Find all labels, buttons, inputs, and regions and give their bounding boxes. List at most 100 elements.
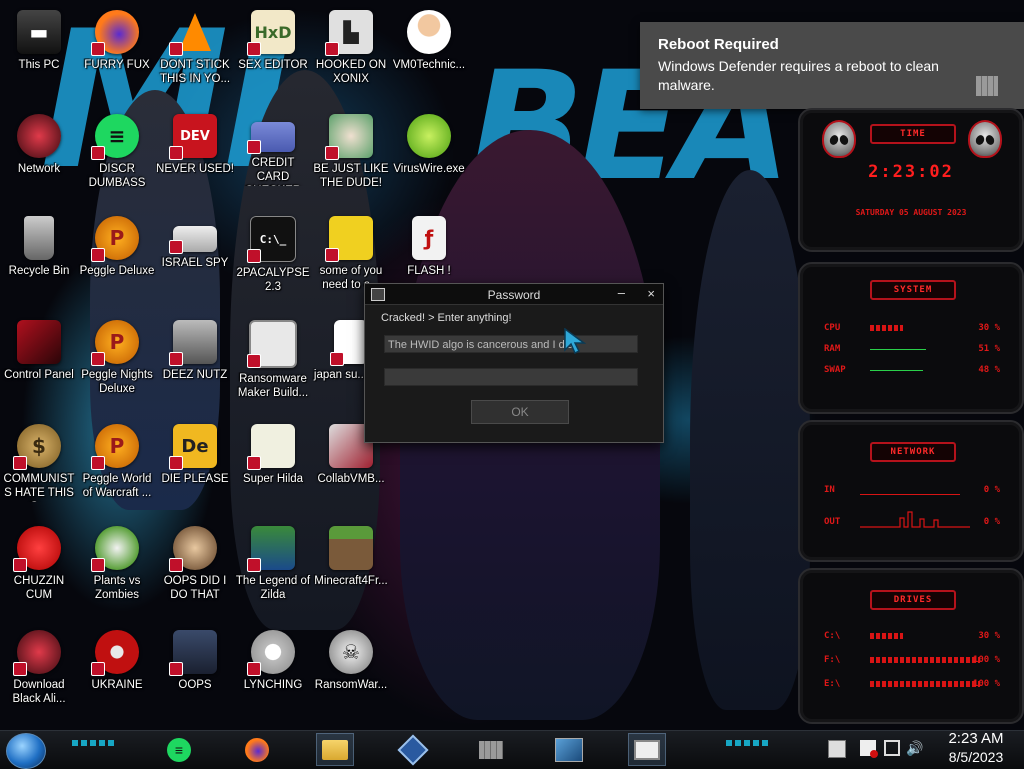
swap-bar (870, 367, 923, 373)
spy-icon (169, 226, 217, 254)
desktop-icon-discr-dumbass[interactable]: ≡ DISCR DUMBASS (78, 110, 156, 206)
die-icon: De (169, 424, 217, 470)
desktop-icon-peggle-nights[interactable]: P Peggle Nights Deluxe (78, 316, 156, 412)
system-header: SYSTEM (870, 280, 956, 300)
net-out-label: OUT (824, 517, 841, 527)
desktop-icon-oops-did-i[interactable]: OOPS DID I DO THAT (156, 522, 234, 618)
dialog-titlebar[interactable]: Password – × (365, 284, 663, 305)
tray-volume-icon[interactable]: 🔊 (906, 740, 923, 756)
desktop-icon-recycle-bin[interactable]: Recycle Bin (0, 212, 78, 308)
tray-window-icon[interactable] (828, 740, 846, 758)
taskbar-chat-app-button[interactable]: ≡ (160, 733, 198, 766)
desktop-icon-dont-stick[interactable]: DONT STICK THIS IN YO... (156, 6, 234, 102)
notification-body: Windows Defender requires a reboot to cl… (658, 58, 939, 93)
wallpaper-figure-right (690, 170, 810, 710)
beaver-icon (325, 216, 373, 262)
net-out-graph (860, 511, 970, 528)
window-icon (247, 320, 297, 368)
icon-label: The Legend of Zilda (235, 575, 311, 601)
desktop-icon-credit-card-checker[interactable]: CREDIT CARD CHECKER (234, 110, 312, 206)
taskbar-firewall-button[interactable] (472, 733, 510, 766)
virtualbox-icon (397, 733, 429, 766)
recycle-bin-icon (24, 216, 54, 260)
drive-c-bar (870, 633, 903, 639)
icon-label: DONT STICK THIS IN YO... (159, 59, 231, 85)
desktop-icon-sex-editor[interactable]: HxD SEX EDITOR (234, 6, 312, 102)
icon-label: CollabVMB... (317, 473, 385, 485)
alien-orb-icon (13, 630, 61, 676)
desktop-icon-hooked-on-xonix[interactable]: ▙ HOOKED ON XONIX (312, 6, 390, 102)
password-dialog: Password – × Cracked! > Enter anything! … (364, 283, 664, 443)
icon-label: NEVER USED! (156, 163, 234, 175)
lime-icon (407, 114, 451, 158)
drive-e-value: 100 % (972, 679, 1000, 689)
taskbar-clock[interactable]: 2:23 AM 8/5/2023 (936, 730, 1016, 766)
icon-label: RansomWar... (314, 679, 388, 691)
desktop-icon-furry-fux[interactable]: FURRY FUX (78, 6, 156, 102)
taskbar-file-explorer-button[interactable] (316, 733, 354, 766)
desktop-icon-viruswire[interactable]: VirusWire.exe (390, 110, 468, 206)
cpu-label: CPU (824, 323, 841, 333)
desktop-icon-ukraine[interactable]: UKRAINE (78, 626, 156, 722)
desktop-icon-legend-of-zilda[interactable]: The Legend of Zilda (234, 522, 312, 618)
tray-security-alert-icon[interactable] (860, 740, 878, 758)
desktop-icon-super-hilda[interactable]: Super Hilda (234, 420, 312, 516)
desktop-icon-die-please[interactable]: De DIE PLEASE (156, 420, 234, 516)
password-field-1[interactable]: The HWID algo is cancerous and I dis (384, 335, 638, 353)
ok-button[interactable]: OK (471, 400, 569, 424)
icon-label: Ransomware Maker Build... (237, 373, 309, 399)
desktop-icon-2pacalypse[interactable]: C:\_ 2PACALYPSE 2.3 (234, 212, 312, 308)
desktop-icon-vm0technic[interactable]: VM0Technic... (390, 6, 468, 102)
icon-label: FURRY FUX (84, 59, 150, 71)
desktop-icon-be-just-like-the-dude[interactable]: BE JUST LIKE THE DUDE! (312, 110, 390, 206)
icon-label: This PC (18, 59, 60, 71)
pixel-hero-icon (247, 526, 295, 572)
ram-bar (870, 346, 926, 352)
start-orb-button[interactable] (6, 733, 46, 769)
desktop-icon-chuzzin[interactable]: CHUZZIN CUM (0, 522, 78, 618)
grass-block-icon (329, 526, 373, 570)
icon-label: OOPS (178, 679, 212, 691)
desktop-icon-this-pc[interactable]: ▬ This PC (0, 6, 78, 102)
vlc-cone-icon (169, 10, 217, 56)
minimize-button[interactable]: – (618, 285, 625, 300)
tray-network-icon[interactable] (884, 740, 900, 756)
desktop-icon-minecraft[interactable]: Minecraft4Fr... (312, 522, 390, 618)
drive-c-value: 30 % (978, 631, 1000, 641)
desktop-icon-control-panel[interactable]: Control Panel (0, 316, 78, 412)
folder-icon (322, 739, 348, 760)
desktop-icon-ransomware-maker[interactable]: Ransomware Maker Build... (234, 316, 312, 412)
desktop-icon-download-black-alien[interactable]: Download Black Ali... (0, 626, 78, 722)
close-button[interactable]: × (647, 286, 655, 301)
taskbar-window-button[interactable] (628, 733, 666, 766)
firewall-icon (479, 740, 503, 759)
desktop-icon-israel-spy[interactable]: ISRAEL SPY (156, 212, 234, 308)
desktop-icon-lynching[interactable]: LYNCHING (234, 626, 312, 722)
desktop-icon-plants-vs-zombies[interactable]: Plants vs Zombies (78, 522, 156, 618)
peggle-icon: P (91, 424, 139, 470)
swap-value: 48 % (978, 365, 1000, 375)
icon-label: CHUZZIN CUM (13, 575, 65, 601)
desktop-icon-communists[interactable]: $ COMMUNISTS HATE THIS G... (0, 420, 78, 516)
icon-label: Peggle Deluxe (79, 265, 155, 277)
desktop-icon-peggle-wow[interactable]: P Peggle World of Warcraft ... (78, 420, 156, 516)
desktop-icon-ransomwar[interactable]: ☠ RansomWar... (312, 626, 390, 722)
taskbar-firefox-button[interactable] (238, 733, 276, 766)
desktop-icon-deez-nutz[interactable]: DEEZ NUTZ (156, 316, 234, 412)
desktop-icon-peggle-deluxe[interactable]: P Peggle Deluxe (78, 212, 156, 308)
desktop-icon-never-used[interactable]: DEV NEVER USED! (156, 110, 234, 206)
dude-icon (325, 114, 373, 160)
desktop-icon-oops[interactable]: OOPS (156, 626, 234, 722)
xonix-icon: ▙ (325, 10, 373, 56)
drive-c-label: C:\ (824, 631, 841, 641)
desktop-icon-network[interactable]: Network (0, 110, 78, 206)
book-icon (169, 630, 217, 676)
taskbar-decoration (726, 740, 768, 746)
password-field-2[interactable] (384, 368, 638, 386)
reboot-notification[interactable]: Reboot Required Windows Defender require… (640, 22, 1024, 109)
taskbar-vista-button[interactable] (550, 733, 588, 766)
icon-label: Network (17, 163, 61, 175)
icon-label: Peggle World of Warcraft ... (82, 473, 152, 499)
chat-icon: ≡ (167, 737, 191, 762)
taskbar-virtualbox-button[interactable] (394, 733, 432, 766)
